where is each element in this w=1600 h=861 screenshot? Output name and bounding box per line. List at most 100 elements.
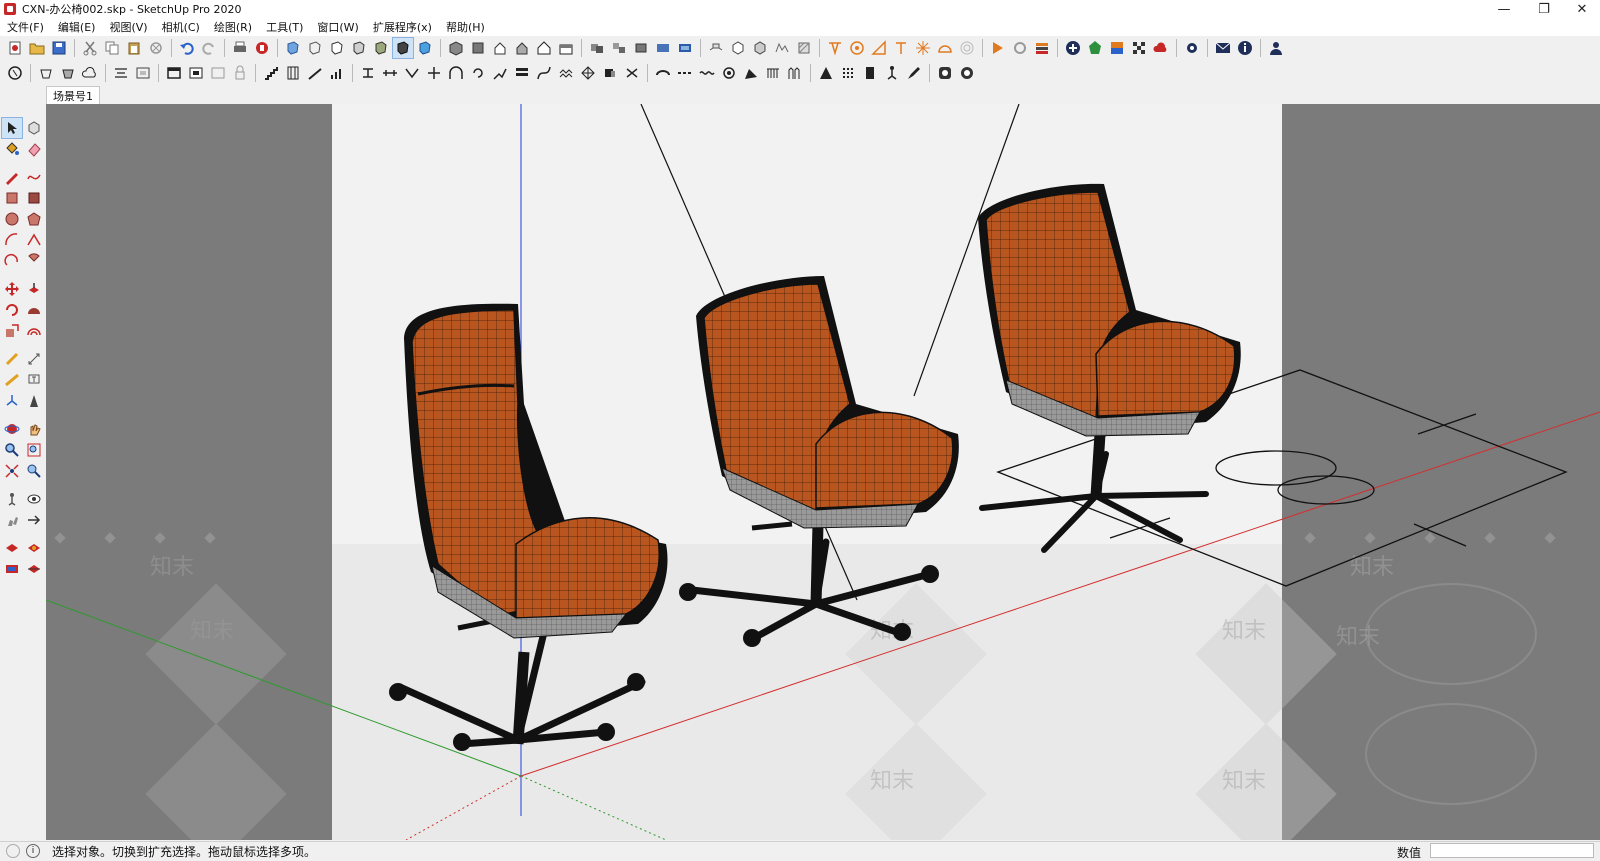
column-icon[interactable]	[283, 63, 303, 83]
door-icon[interactable]	[860, 63, 880, 83]
paint-bucket-icon[interactable]	[2, 139, 22, 159]
stack-icon[interactable]	[512, 63, 532, 83]
back-edges-style-icon[interactable]	[415, 38, 435, 58]
cloud-icon[interactable]	[80, 63, 100, 83]
orbit-icon[interactable]	[2, 419, 22, 439]
zoom-extents-icon[interactable]	[2, 461, 22, 481]
cloud-upload-icon[interactable]	[1151, 38, 1171, 58]
sun-icon[interactable]	[913, 38, 933, 58]
iso-view-icon[interactable]	[446, 38, 466, 58]
dashed-line-icon[interactable]	[675, 63, 695, 83]
model-viewport[interactable]: 知末 知末 知末 知末 知末 知末 知末 知末	[46, 104, 1600, 840]
wave-icon[interactable]	[697, 63, 717, 83]
pie-icon[interactable]	[24, 251, 44, 271]
protractor-tool-icon[interactable]	[2, 370, 22, 390]
pen-tool-icon[interactable]	[741, 63, 761, 83]
menu-view[interactable]: 视图(V)	[102, 19, 154, 35]
arrow-right-icon[interactable]	[24, 510, 44, 530]
shaded-style-icon[interactable]	[349, 38, 369, 58]
restore-button[interactable]: ❐	[1524, 0, 1564, 18]
walk-icon[interactable]	[2, 510, 22, 530]
look-around-icon[interactable]	[24, 489, 44, 509]
weave-icon[interactable]	[556, 63, 576, 83]
monochrome-style-icon[interactable]	[392, 37, 414, 59]
menu-tools[interactable]: 工具(T)	[259, 19, 310, 35]
stairs-icon[interactable]	[261, 63, 281, 83]
comb-icon[interactable]	[763, 63, 783, 83]
axes-tool-icon[interactable]	[2, 391, 22, 411]
axes-icon[interactable]	[891, 38, 911, 58]
3d-text-icon[interactable]	[24, 391, 44, 411]
mesh-icon[interactable]	[578, 63, 598, 83]
extension-warehouse-icon[interactable]	[1032, 38, 1052, 58]
layer-hide-icon[interactable]	[208, 63, 228, 83]
section-plane-icon[interactable]	[706, 38, 726, 58]
open-file-icon[interactable]	[27, 38, 47, 58]
info-icon[interactable]	[1235, 38, 1255, 58]
credits-info-icon[interactable]: i	[26, 844, 40, 858]
new-file-icon[interactable]	[5, 38, 25, 58]
user-account-icon[interactable]	[1266, 38, 1286, 58]
menu-file[interactable]: 文件(F)	[0, 19, 51, 35]
extrude-icon[interactable]	[600, 63, 620, 83]
frame-icon[interactable]	[133, 63, 153, 83]
push-pull-icon[interactable]	[358, 63, 378, 83]
window-icon[interactable]	[164, 63, 184, 83]
section-cuts-icon[interactable]	[24, 559, 44, 579]
tape-measure-icon[interactable]	[2, 349, 22, 369]
rotated-rectangle-icon[interactable]	[24, 188, 44, 208]
scene-tab[interactable]: 场景号1	[46, 86, 100, 104]
save-icon[interactable]	[49, 38, 69, 58]
spiral-icon[interactable]	[719, 63, 739, 83]
menu-camera[interactable]: 相机(C)	[155, 19, 207, 35]
offset-tool-icon[interactable]	[24, 321, 44, 341]
slope-icon[interactable]	[305, 63, 325, 83]
sandbox-icon[interactable]	[772, 38, 792, 58]
components-icon[interactable]	[587, 38, 607, 58]
group-tool-icon[interactable]	[58, 63, 78, 83]
text-tool-icon[interactable]	[24, 370, 44, 390]
layers-icon[interactable]	[675, 38, 695, 58]
xray-style-icon[interactable]	[283, 38, 303, 58]
box-icon[interactable]	[728, 38, 748, 58]
bend-icon[interactable]	[402, 63, 422, 83]
morph-icon[interactable]	[622, 63, 642, 83]
texture-icon[interactable]	[794, 38, 814, 58]
freehand-icon[interactable]	[24, 167, 44, 187]
left-view-icon[interactable]	[556, 38, 576, 58]
back-view-icon[interactable]	[534, 38, 554, 58]
minimize-button[interactable]: —	[1484, 0, 1524, 18]
split-icon[interactable]	[424, 63, 444, 83]
render-settings-icon[interactable]	[957, 63, 977, 83]
scale-icon[interactable]	[2, 321, 22, 341]
make-component-icon[interactable]	[631, 38, 651, 58]
outliner-icon[interactable]	[653, 38, 673, 58]
section-fill-icon[interactable]	[2, 559, 22, 579]
print-icon[interactable]	[230, 38, 250, 58]
figure-icon[interactable]	[882, 63, 902, 83]
offset-icon[interactable]	[380, 63, 400, 83]
shadow-icon[interactable]	[935, 38, 955, 58]
add-location-icon[interactable]	[1063, 38, 1083, 58]
menu-draw[interactable]: 绘图(R)	[207, 19, 259, 35]
circle-icon[interactable]	[2, 209, 22, 229]
curve-icon[interactable]	[653, 63, 673, 83]
terrain-icon[interactable]	[1085, 38, 1105, 58]
triangle-icon[interactable]	[816, 63, 836, 83]
zoom-window-icon[interactable]	[24, 440, 44, 460]
brush-icon[interactable]	[904, 63, 924, 83]
menu-help[interactable]: 帮助(H)	[439, 19, 492, 35]
three-point-arc-icon[interactable]	[2, 251, 22, 271]
eraser-icon[interactable]	[24, 139, 44, 159]
rotate-tool-icon[interactable]	[2, 300, 22, 320]
menu-window[interactable]: 窗口(W)	[310, 19, 365, 35]
right-view-icon[interactable]	[512, 38, 532, 58]
rectangle-icon[interactable]	[2, 188, 22, 208]
dimension-tool-icon[interactable]	[24, 349, 44, 369]
3d-warehouse-icon[interactable]	[988, 38, 1008, 58]
align-icon[interactable]	[111, 63, 131, 83]
cut-icon[interactable]	[80, 38, 100, 58]
position-camera-icon[interactable]	[2, 489, 22, 509]
push-pull-tool-icon[interactable]	[24, 279, 44, 299]
menu-edit[interactable]: 编辑(E)	[51, 19, 103, 35]
